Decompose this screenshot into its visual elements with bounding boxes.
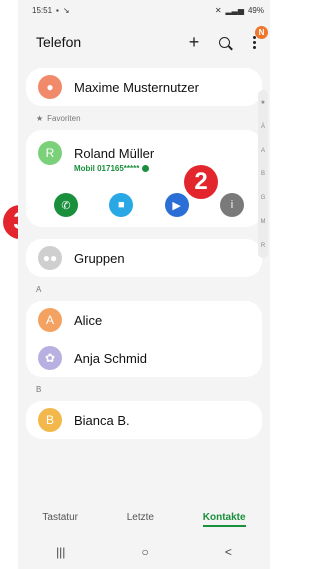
avatar: ●● xyxy=(38,246,62,270)
video-button[interactable]: ▶ xyxy=(164,193,189,217)
tab-keypad[interactable]: Tastatur xyxy=(42,512,78,523)
list-item[interactable]: ✿ Anja Schmid xyxy=(26,339,262,377)
avatar: A xyxy=(38,308,62,332)
recents-button[interactable]: ||| xyxy=(56,545,65,559)
message-button[interactable]: ■ xyxy=(109,193,134,217)
contact-name: Alice xyxy=(74,312,103,328)
avatar: ✿ xyxy=(38,346,62,370)
contact-name: Anja Schmid xyxy=(74,350,147,366)
message-icon: ■ xyxy=(118,199,125,211)
phone-screen: 15:51 ▪ ↘ ✕ ▂▃▅ 49% Telefon + N ● Maxime… xyxy=(18,0,270,569)
signal-icon: ▂▃▅ xyxy=(225,5,244,15)
avatar: B xyxy=(38,408,62,432)
back-button[interactable]: < xyxy=(225,545,232,559)
favorite-contact-card[interactable]: R Roland Müller Mobil 017165***** ✆ ■ ▶ … xyxy=(26,130,262,227)
tab-contacts[interactable]: Kontakte xyxy=(202,512,246,527)
search-button[interactable] xyxy=(216,32,232,52)
battery-level: 49% xyxy=(247,5,264,15)
avatar: ● xyxy=(38,75,62,99)
phone-icon: ✆ xyxy=(61,199,71,212)
sim-icon xyxy=(142,165,150,172)
call-button[interactable]: ✆ xyxy=(54,193,78,217)
my-profile-name: Maxime Musternutzer xyxy=(74,79,199,95)
favorites-label: Favoriten xyxy=(47,113,81,123)
tab-recent[interactable]: Letzte xyxy=(127,512,154,523)
system-nav-bar: ||| ○ < xyxy=(18,535,270,569)
avatar: R xyxy=(38,141,62,165)
list-item[interactable]: B Bianca B. xyxy=(26,401,262,439)
contact-name: Bianca B. xyxy=(74,412,130,428)
quick-actions: ✆ ■ ▶ i xyxy=(26,173,262,217)
app-header: Telefon + N xyxy=(18,20,270,64)
mute-icon: ✕ xyxy=(214,5,222,15)
photo-icon: ✿ xyxy=(44,351,56,365)
section-header-a: A xyxy=(36,284,42,294)
favorites-header: ★ Favoriten xyxy=(18,106,270,130)
more-vert-icon xyxy=(252,35,256,49)
add-contact-button[interactable]: + xyxy=(186,32,202,52)
section-b-card: B Bianca B. xyxy=(26,401,262,439)
favorite-contact-number: Mobil 017165***** xyxy=(26,164,262,173)
info-icon: i xyxy=(230,199,234,211)
plus-icon: + xyxy=(188,32,200,52)
callout-2: 2 xyxy=(184,165,218,199)
home-button[interactable]: ○ xyxy=(142,545,149,559)
bottom-tab-bar: Tastatur Letzte Kontakte xyxy=(18,499,270,535)
gallery-icon: ▪ xyxy=(56,5,59,15)
person-icon: ● xyxy=(46,80,54,94)
alphabet-index-scrollbar[interactable]: ★ Ä A B G M R xyxy=(258,90,268,258)
favorite-contact-name: Roland Müller xyxy=(74,145,155,161)
groups-label: Gruppen xyxy=(74,250,125,266)
page-title: Telefon xyxy=(36,34,82,50)
video-icon: ▶ xyxy=(172,199,181,212)
more-options-button[interactable]: N xyxy=(246,26,268,52)
status-bar: 15:51 ▪ ↘ ✕ ▂▃▅ 49% xyxy=(18,0,270,20)
missed-call-icon: ↘ xyxy=(62,5,70,15)
info-button[interactable]: i xyxy=(219,193,244,217)
my-profile-card[interactable]: ● Maxime Musternutzer xyxy=(26,68,262,106)
group-icon: ●● xyxy=(42,251,58,265)
status-time: 15:51 xyxy=(32,5,53,15)
notification-badge: N xyxy=(255,26,268,39)
search-icon xyxy=(218,36,230,48)
groups-card[interactable]: ●● Gruppen xyxy=(26,239,262,277)
star-icon: ★ xyxy=(36,113,44,123)
section-a-card: A Alice ✿ Anja Schmid xyxy=(26,301,262,377)
list-item[interactable]: A Alice xyxy=(26,301,262,339)
section-header-b: B xyxy=(36,384,42,394)
